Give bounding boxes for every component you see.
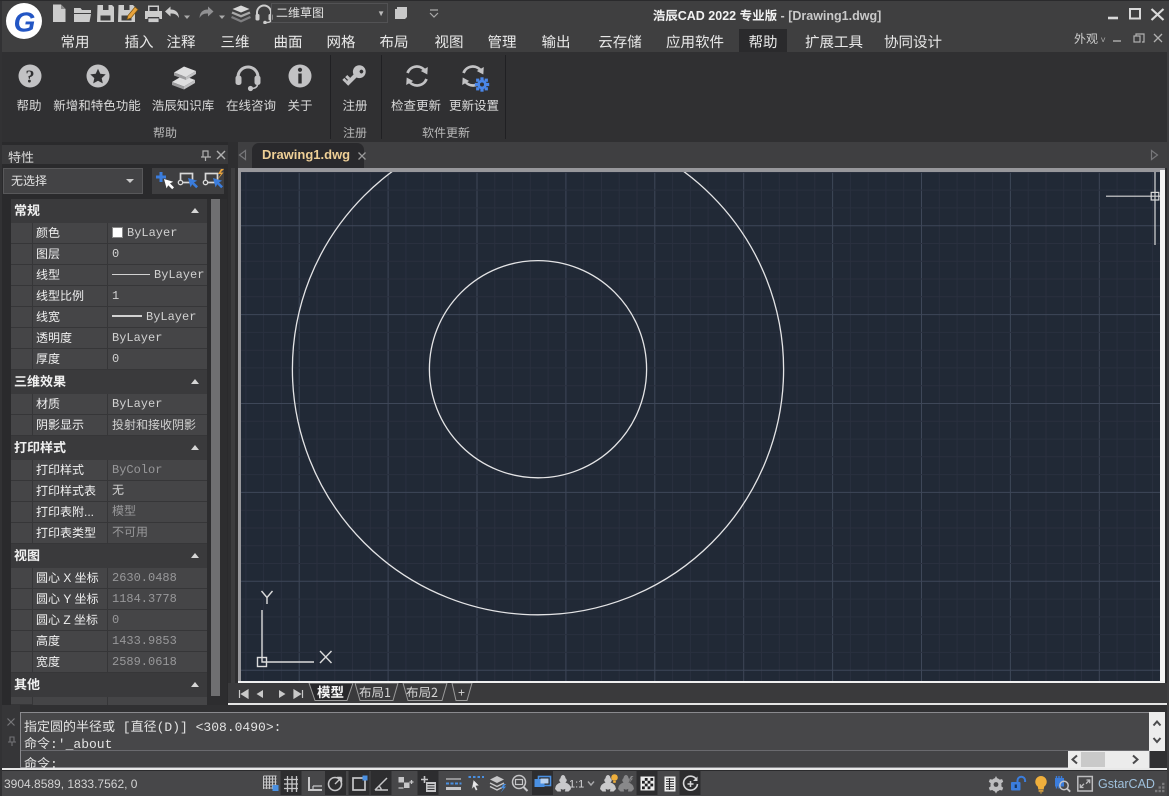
svg-text:G: G [14,7,36,35]
svg-text:1:1: 1:1 [569,779,584,791]
svg-text:模型: 模型 [317,683,344,701]
svg-text:布局2: 布局2 [406,683,438,701]
svg-text:?: ? [26,67,35,87]
svg-text:+: + [458,686,465,700]
svg-text:布局1: 布局1 [359,683,391,701]
